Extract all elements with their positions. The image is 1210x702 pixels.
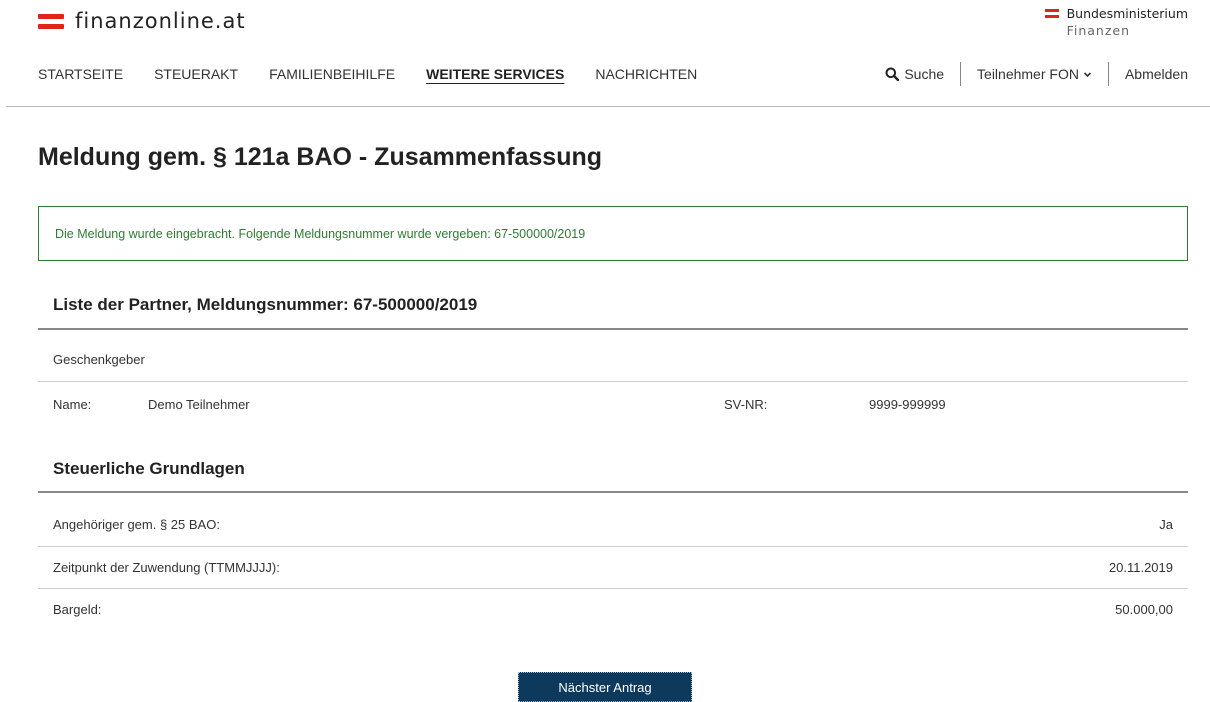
row-divider [38, 588, 1188, 589]
row-divider [38, 381, 1188, 382]
search-link[interactable]: Suche [885, 66, 944, 82]
section-divider [38, 328, 1188, 330]
chevron-down-icon [1083, 71, 1092, 77]
success-message: Die Meldung wurde eingebracht. Folgende … [55, 226, 586, 241]
main-nav: STARTSEITE STEUERAKT FAMILIENBEIHILFE WE… [38, 66, 728, 82]
nav-item-nachrichten[interactable]: NACHRICHTEN [595, 66, 697, 82]
nav-divider [1107, 62, 1109, 86]
partner-role: Geschenkgeber [53, 352, 145, 367]
finanzonline-logo[interactable]: finanzonline.at [38, 9, 246, 33]
relative-label: Angehöriger gem. § 25 BAO: [53, 517, 220, 532]
search-icon [885, 67, 900, 81]
nav-item-startseite[interactable]: STARTSEITE [38, 66, 123, 82]
name-value: Demo Teilnehmer [148, 397, 250, 412]
partners-section-title: Liste der Partner, Meldungsnummer: 67-50… [53, 295, 478, 314]
sv-nr-label: SV-NR: [724, 397, 768, 412]
nav-item-familienbeihilfe[interactable]: FAMILIENBEIHILFE [269, 66, 395, 82]
success-alert: Die Meldung wurde eingebracht. Folgende … [38, 206, 1188, 261]
row-divider [38, 546, 1188, 547]
search-label: Suche [904, 66, 945, 82]
page-title: Meldung gem. § 121a BAO - Zusammenfassun… [38, 143, 603, 171]
next-application-button[interactable]: Nächster Antrag [518, 672, 692, 702]
user-label: Teilnehmer FON [977, 66, 1079, 82]
nav-item-weitere-services[interactable]: WEITERE SERVICES [426, 66, 564, 82]
date-label: Zeitpunkt der Zuwendung (TTMMJJJJ): [53, 560, 280, 575]
name-label: Name: [53, 397, 92, 412]
nav-divider [960, 62, 962, 86]
site-header: finanzonline.at Bundesministerium Finanz… [0, 0, 1210, 107]
header-divider [6, 106, 1210, 107]
sv-nr-value: 9999-999999 [869, 397, 946, 412]
austria-flag-icon [38, 12, 64, 30]
cash-label: Bargeld: [53, 602, 102, 617]
logout-link[interactable]: Abmelden [1125, 66, 1188, 82]
ministry-name: Bundesministerium [1066, 6, 1188, 21]
date-value: 20.11.2019 [1108, 560, 1173, 575]
ministry-subname: Finanzen [1066, 23, 1131, 38]
cash-value: 50.000,00 [1115, 602, 1173, 617]
logo-text: finanzonline.at [75, 9, 246, 33]
utility-nav: Suche Teilnehmer FON Abmelden [885, 62, 1188, 86]
nav-item-steuerakt[interactable]: STEUERAKT [154, 66, 238, 82]
tax-section-title: Steuerliche Grundlagen [53, 459, 245, 478]
relative-value: Ja [1159, 517, 1173, 532]
ministry-flag-icon [1044, 9, 1059, 20]
ministry-logo: Bundesministerium Finanzen [1044, 5, 1188, 39]
user-menu[interactable]: Teilnehmer FON [977, 66, 1092, 82]
section-divider [38, 491, 1188, 493]
